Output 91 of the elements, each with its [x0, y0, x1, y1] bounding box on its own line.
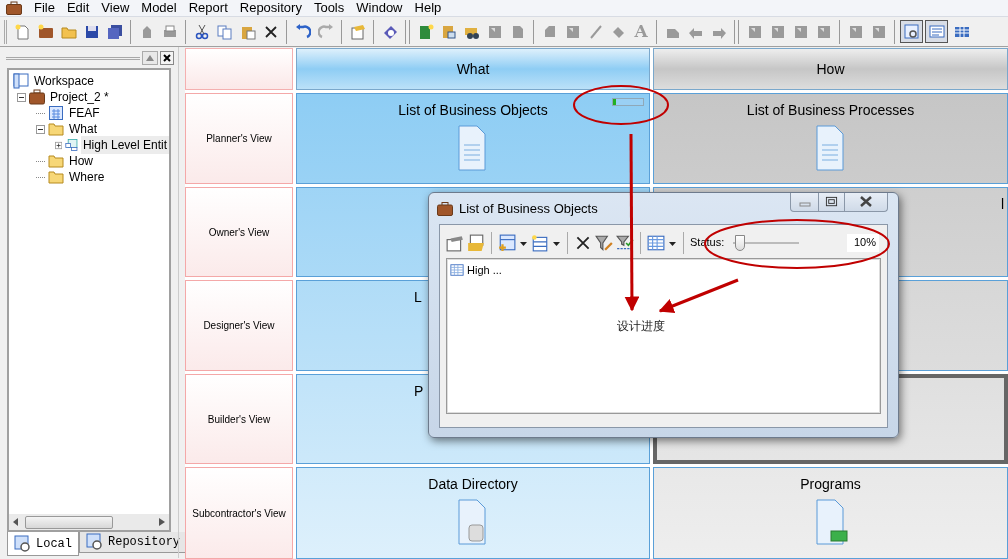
briefcase-icon [437, 201, 453, 216]
column-header[interactable]: How [653, 48, 1008, 90]
open-folder-icon[interactable] [467, 233, 485, 252]
matrix-cell[interactable]: List of Business Processes [653, 93, 1008, 184]
close-icon[interactable] [160, 51, 174, 65]
menu-item[interactable]: Window [350, 0, 409, 18]
cell-title: P [413, 382, 424, 401]
tree-item[interactable]: Workspace [32, 72, 96, 90]
cell-title: List of Business Objects [398, 101, 548, 120]
folder-icon [48, 153, 64, 169]
matrix-cell[interactable]: Programs [653, 467, 1008, 559]
frame-icon[interactable] [870, 23, 887, 40]
explorer-view-button[interactable] [900, 20, 923, 43]
status-reading: 10% [847, 233, 879, 252]
row-header: Builder's View [185, 374, 293, 464]
workspace-icon [13, 73, 29, 89]
book-icon[interactable] [417, 23, 434, 40]
tree-item[interactable]: What [67, 120, 99, 138]
scroll-left-icon[interactable] [13, 518, 19, 526]
tree-item[interactable]: Project_2 * [48, 88, 111, 106]
properties-icon[interactable] [349, 23, 366, 40]
folder-icon [48, 169, 64, 185]
row-header: Designer's View [185, 280, 293, 371]
tree-item[interactable]: FEAF [67, 104, 102, 122]
cell-title: Programs [800, 475, 861, 494]
new-document-icon[interactable] [14, 23, 31, 40]
redo-icon[interactable] [317, 23, 334, 40]
menu-item[interactable]: Model [135, 0, 183, 18]
line-icon[interactable] [587, 23, 604, 40]
menu-item[interactable]: Tools [307, 0, 351, 18]
menu-item[interactable]: View [95, 0, 136, 18]
expand-icon[interactable] [55, 140, 63, 150]
explorer-view-icon [903, 23, 920, 40]
explorer-tab[interactable]: Local [7, 532, 79, 556]
collapse-icon[interactable] [17, 92, 26, 102]
list-view-icon [928, 23, 945, 40]
collapse-icon[interactable] [36, 124, 45, 134]
row-header: Planner's View [185, 93, 293, 184]
menu-item[interactable]: File [28, 0, 61, 18]
column-header[interactable]: What [296, 48, 650, 90]
menu-item[interactable]: Help [408, 0, 448, 18]
horizontal-scrollbar[interactable] [9, 514, 169, 530]
frame-icon[interactable] [815, 23, 832, 40]
scroll-right-icon[interactable] [159, 518, 165, 526]
cell-title: l [1000, 195, 1005, 214]
tree-item[interactable]: High Level Entit [80, 136, 169, 154]
frame-icon[interactable] [847, 23, 864, 40]
briefcase-icon [29, 89, 45, 105]
clipboard-icon[interactable] [440, 23, 457, 40]
briefcase-icon [6, 0, 22, 16]
table-add-icon[interactable] [498, 233, 516, 252]
row-header: Owner's View [185, 187, 293, 277]
maximize-button[interactable] [818, 193, 845, 211]
list-icon[interactable] [531, 233, 549, 252]
tree-item[interactable]: Where [67, 168, 107, 186]
tree-item[interactable]: How [67, 152, 95, 170]
frame-icon[interactable] [792, 23, 809, 40]
matrix-cell[interactable]: List of Business Objects [296, 93, 650, 184]
status-slider[interactable] [733, 233, 800, 252]
frame-icon[interactable] [746, 23, 763, 40]
menu-item[interactable]: Report [182, 0, 234, 18]
frame-icon[interactable] [564, 23, 581, 40]
scissors-icon[interactable] [193, 23, 210, 40]
cell-title: L [413, 288, 422, 307]
menu-item[interactable]: Repository [233, 0, 308, 18]
annotation-text: 设计进度 [617, 318, 665, 335]
explorer-tab[interactable]: Repository [79, 532, 188, 553]
floppy-disks-icon[interactable] [106, 23, 123, 40]
undo-icon[interactable] [294, 23, 311, 40]
properties-icon[interactable] [446, 233, 464, 252]
magnifier-window-icon [14, 534, 32, 553]
briefcase-icon[interactable] [37, 23, 54, 40]
cell-title: List of Business Processes [746, 101, 915, 120]
list-view-button[interactable] [925, 20, 948, 43]
table-icon [450, 263, 464, 277]
grid-icon [48, 105, 64, 121]
row-header: Subcontractor's View [185, 467, 293, 559]
frame-icon[interactable] [769, 23, 786, 40]
tables-icon [65, 137, 78, 153]
folder-icon [48, 121, 64, 137]
menu-item[interactable]: Edit [60, 0, 96, 18]
dialog-title: List of Business Objects [459, 199, 598, 218]
x-icon[interactable] [262, 23, 279, 40]
frame-icon[interactable] [486, 23, 503, 40]
copy-icon[interactable] [216, 23, 233, 40]
matrix-cell[interactable]: Data Directory [296, 467, 650, 559]
printer-icon[interactable] [161, 23, 178, 40]
cell-title: Data Directory [428, 475, 518, 494]
list-item[interactable]: High ... [467, 261, 502, 279]
table-icon[interactable] [647, 233, 665, 252]
filter-pencil-icon[interactable] [595, 233, 613, 252]
